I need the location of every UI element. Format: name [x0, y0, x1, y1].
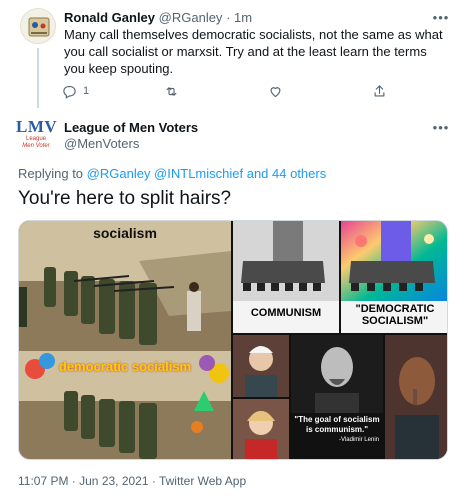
reply-header: Ronald Ganley @RGanley · 1m	[64, 10, 252, 25]
logo-text: LMV	[16, 117, 58, 136]
democratic-socialism-boot-panel: "DEMOCRATIC SOCIALISM"	[341, 221, 447, 333]
lenin-quote: "The goal of socialism is communism." -V…	[291, 415, 383, 445]
reply-tweet[interactable]: Ronald Ganley @RGanley · 1m ••• Many cal…	[0, 0, 467, 108]
tweet-timestamp[interactable]: 11:07 PM · Jun 23, 2021 · Twitter Web Ap…	[18, 474, 246, 488]
caption-communism: COMMUNISM	[250, 307, 322, 319]
caption-line-2: SOCIALISM"	[361, 315, 429, 327]
democratic-socialism-panel: democratic socialism	[19, 351, 231, 459]
quote-line-1: "The goal of socialism	[294, 415, 380, 424]
rainbow-boot-image	[341, 221, 447, 301]
like-button[interactable]	[268, 82, 283, 100]
replying-to: Replying to @RGanley @INTLmischief and 4…	[18, 166, 326, 181]
reply-actions: 1	[62, 82, 392, 100]
more-icon[interactable]: •••	[432, 120, 450, 135]
logo-subtext-2: Men Voter	[22, 143, 50, 149]
quote-line-2: is communism."	[305, 425, 369, 434]
retweet-button[interactable]	[164, 82, 179, 100]
reply-author-handle[interactable]: @RGanley	[159, 10, 223, 25]
share-icon	[374, 84, 385, 96]
boot-image	[233, 221, 339, 301]
quote-author: -Vladimir Lenin	[338, 437, 379, 443]
reply-avatar[interactable]	[20, 8, 56, 44]
tweet-media[interactable]: socialism democratic socialism COMMUNISM…	[18, 220, 448, 460]
author-avatar-logo[interactable]: LMV League Men Voter	[16, 117, 58, 160]
tweet-text: You're here to split hairs?	[18, 188, 232, 209]
thread-line	[37, 48, 39, 108]
more-icon[interactable]: •••	[432, 10, 450, 25]
reply-author-name[interactable]: Ronald Ganley	[64, 10, 155, 25]
portrait-bottom-left	[233, 399, 289, 459]
replying-to-links[interactable]: @RGanley @INTLmischief and 44 others	[87, 166, 327, 181]
reply-button[interactable]: 1	[62, 82, 89, 100]
lenin-panel: "The goal of socialism is communism." -V…	[291, 335, 383, 459]
caption-democratic-socialism: democratic socialism	[58, 359, 192, 374]
portrait-right	[385, 335, 447, 459]
communism-panel: COMMUNISM	[233, 221, 339, 333]
caption-democratic-socialism-boot: "DEMOCRATIC SOCIALISM"	[341, 303, 447, 327]
author-handle[interactable]: @MenVoters	[64, 136, 139, 151]
reply-text: Many call themselves democratic socialis…	[64, 27, 443, 76]
portrait-top-left	[233, 335, 289, 397]
reply-time[interactable]: · 1m	[226, 10, 252, 25]
like-icon	[270, 86, 281, 97]
socialism-panel: socialism	[19, 221, 231, 351]
author-name[interactable]: League of Men Voters	[64, 120, 198, 135]
retweet-icon	[166, 86, 177, 96]
replying-prefix: Replying to	[18, 166, 84, 181]
main-tweet[interactable]: LMV League Men Voter League of Men Voter…	[0, 108, 467, 500]
caption-socialism: socialism	[93, 225, 157, 241]
reply-icon	[63, 85, 76, 99]
share-button[interactable]	[372, 82, 387, 100]
logo-subtext-1: League	[25, 136, 47, 142]
caption-line-1: "DEMOCRATIC	[355, 303, 435, 315]
reply-count: 1	[83, 85, 90, 97]
